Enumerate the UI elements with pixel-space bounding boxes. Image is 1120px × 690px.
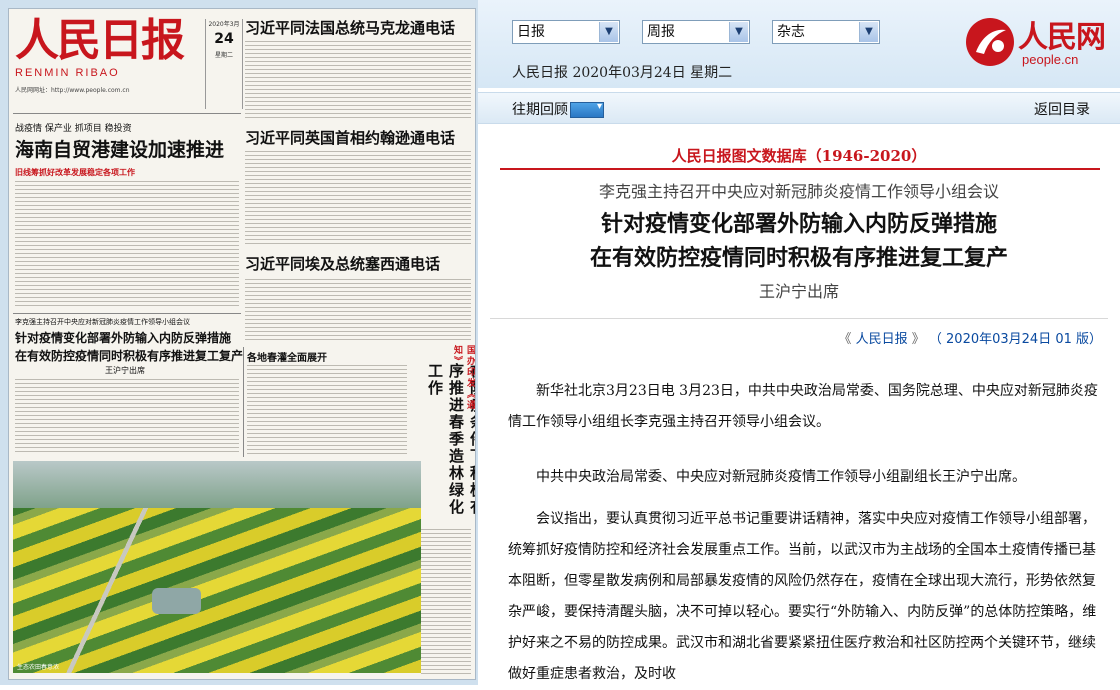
text-block xyxy=(245,279,471,341)
source-date: （ 2020年03月24日 01 版） xyxy=(928,332,1102,347)
headline-article-line2[interactable]: 在有效防控疫情同时积极有序推进复工复产 xyxy=(15,347,243,364)
daily-select[interactable]: 日报 ▼ xyxy=(512,20,620,44)
headline-article-attend: 王沪宁出席 xyxy=(105,366,145,375)
issue-date-box: 2020年3月 24 星期二 xyxy=(205,19,243,109)
masthead: 人民日报 RENMIN RIBAO 人民网网址：http://www.peopl… xyxy=(15,15,205,101)
headline-spring-irrigation[interactable]: 各地春灌全面展开 xyxy=(247,349,327,364)
text-block xyxy=(421,529,471,675)
front-page-photo: 生态农田春意浓 xyxy=(13,461,421,673)
people-cn-logo[interactable]: 人民网 people.cn xyxy=(964,12,1114,72)
title-rule xyxy=(500,168,1100,170)
left-deck: 旧线筹抓好改革发展稳定各项工作 xyxy=(15,167,135,177)
photo-pond xyxy=(151,588,201,614)
article-panel: 日报 ▼ 周报 ▼ 杂志 ▼ 人民日报 2020年03月24日 星期二 人民网 … xyxy=(478,0,1120,685)
text-block xyxy=(15,181,239,309)
photo-sky xyxy=(13,461,421,508)
newspaper-panel: 人民日报 RENMIN RIBAO 人民网网址：http://www.peopl… xyxy=(0,0,478,685)
logo-text: 人民网 xyxy=(1018,20,1106,55)
chevron-down-icon[interactable]: ▼ xyxy=(729,22,748,42)
magazine-select[interactable]: 杂志 ▼ xyxy=(772,20,880,44)
issue-month: 2020年3月 xyxy=(208,21,240,28)
newspaper-page-image[interactable]: 人民日报 RENMIN RIBAO 人民网网址：http://www.peopl… xyxy=(8,8,476,680)
masthead-url: 人民网网址：http://www.people.com.cn xyxy=(15,87,130,94)
headline-egypt-call[interactable]: 习近平同埃及总统塞西通电话 xyxy=(245,253,440,274)
source-paper-link[interactable]: 人民日报 xyxy=(856,332,908,347)
masthead-title: 人民日报 xyxy=(15,15,185,66)
past-issues-label[interactable]: 往期回顾 xyxy=(512,102,568,118)
article-kicker-small: 李克强主持召开中央应对新冠肺炎疫情工作领导小组会议 xyxy=(15,318,190,326)
divider xyxy=(13,313,241,314)
article-kicker: 李克强主持召开中央应对新冠肺炎疫情工作领导小组会议 xyxy=(598,182,999,201)
calendar-dropdown-icon[interactable] xyxy=(570,101,604,118)
source-close: 》 xyxy=(911,332,925,347)
text-block xyxy=(245,151,471,247)
masthead-subtitle: RENMIN RIBAO xyxy=(15,67,120,79)
top-bar: 日报 ▼ 周报 ▼ 杂志 ▼ 人民日报 2020年03月24日 星期二 人民网 … xyxy=(478,0,1120,88)
article-source: 《 人民日报 》 （ 2020年03月24日 01 版） xyxy=(838,328,1102,347)
divider xyxy=(243,347,244,457)
headline-uk-call[interactable]: 习近平同英国首相约翰逊通电话 xyxy=(245,127,455,148)
headline-france-call[interactable]: 习近平同法国总统马克龙通电话 xyxy=(245,17,455,38)
issue-day: 24 xyxy=(214,31,234,47)
source-open: 《 xyxy=(838,332,852,347)
text-block xyxy=(247,365,407,455)
article-paragraph: 会议指出，要认真贯彻习近平总书记重要讲话精神，落实中央应对疫情工作领导小组部署，… xyxy=(508,511,1097,682)
weekly-select[interactable]: 周报 ▼ xyxy=(642,20,750,44)
magazine-select-value: 杂志 xyxy=(777,24,805,40)
article-paragraph: 中共中央政治局常委、中央应对新冠肺炎疫情工作领导小组副组长王沪宁出席。 xyxy=(536,469,1026,485)
text-block xyxy=(245,41,471,121)
issue-weekday: 星期二 xyxy=(214,52,233,59)
article-title-line2: 在有效防控疫情同时积极有序推进复工复产 xyxy=(589,245,1008,271)
divider xyxy=(13,113,241,114)
article-attendee: 王沪宁出席 xyxy=(758,282,839,301)
headline-state-council-notice: 国办印发《通知》 xyxy=(452,345,475,411)
back-to-index-link[interactable]: 返回目录 xyxy=(1034,99,1090,119)
divider xyxy=(490,318,1108,319)
logo-url: people.cn xyxy=(1022,52,1079,67)
weekly-select-value: 周报 xyxy=(647,24,675,40)
headline-hainan[interactable]: 海南自贸港建设加速推进 xyxy=(15,135,224,162)
article-paragraph: 新华社北京3月23日电 3月23日，中共中央政治局常委、国务院总理、中央应对新冠… xyxy=(508,383,1098,430)
chevron-down-icon[interactable]: ▼ xyxy=(599,22,618,42)
left-kicker: 战疫情 保产业 抓项目 稳投资 xyxy=(15,124,132,134)
text-block xyxy=(15,379,239,455)
database-title: 人民日报图文数据库（1946-2020） xyxy=(671,147,927,165)
past-issues[interactable]: 往期回顾 xyxy=(512,99,604,119)
nav-bar: 往期回顾 返回目录 xyxy=(478,92,1120,124)
chevron-down-icon[interactable]: ▼ xyxy=(859,22,878,42)
article-title-line1: 针对疫情变化部署外防输入内防反弹措施 xyxy=(600,211,997,237)
people-logo-icon xyxy=(966,18,1014,66)
daily-select-value: 日报 xyxy=(517,24,545,40)
issue-dateline: 人民日报 2020年03月24日 星期二 xyxy=(512,65,733,81)
photo-caption: 生态农田春意浓 xyxy=(17,664,60,671)
headline-article-line1[interactable]: 针对疫情变化部署外防输入内防反弹措施 xyxy=(15,329,231,346)
